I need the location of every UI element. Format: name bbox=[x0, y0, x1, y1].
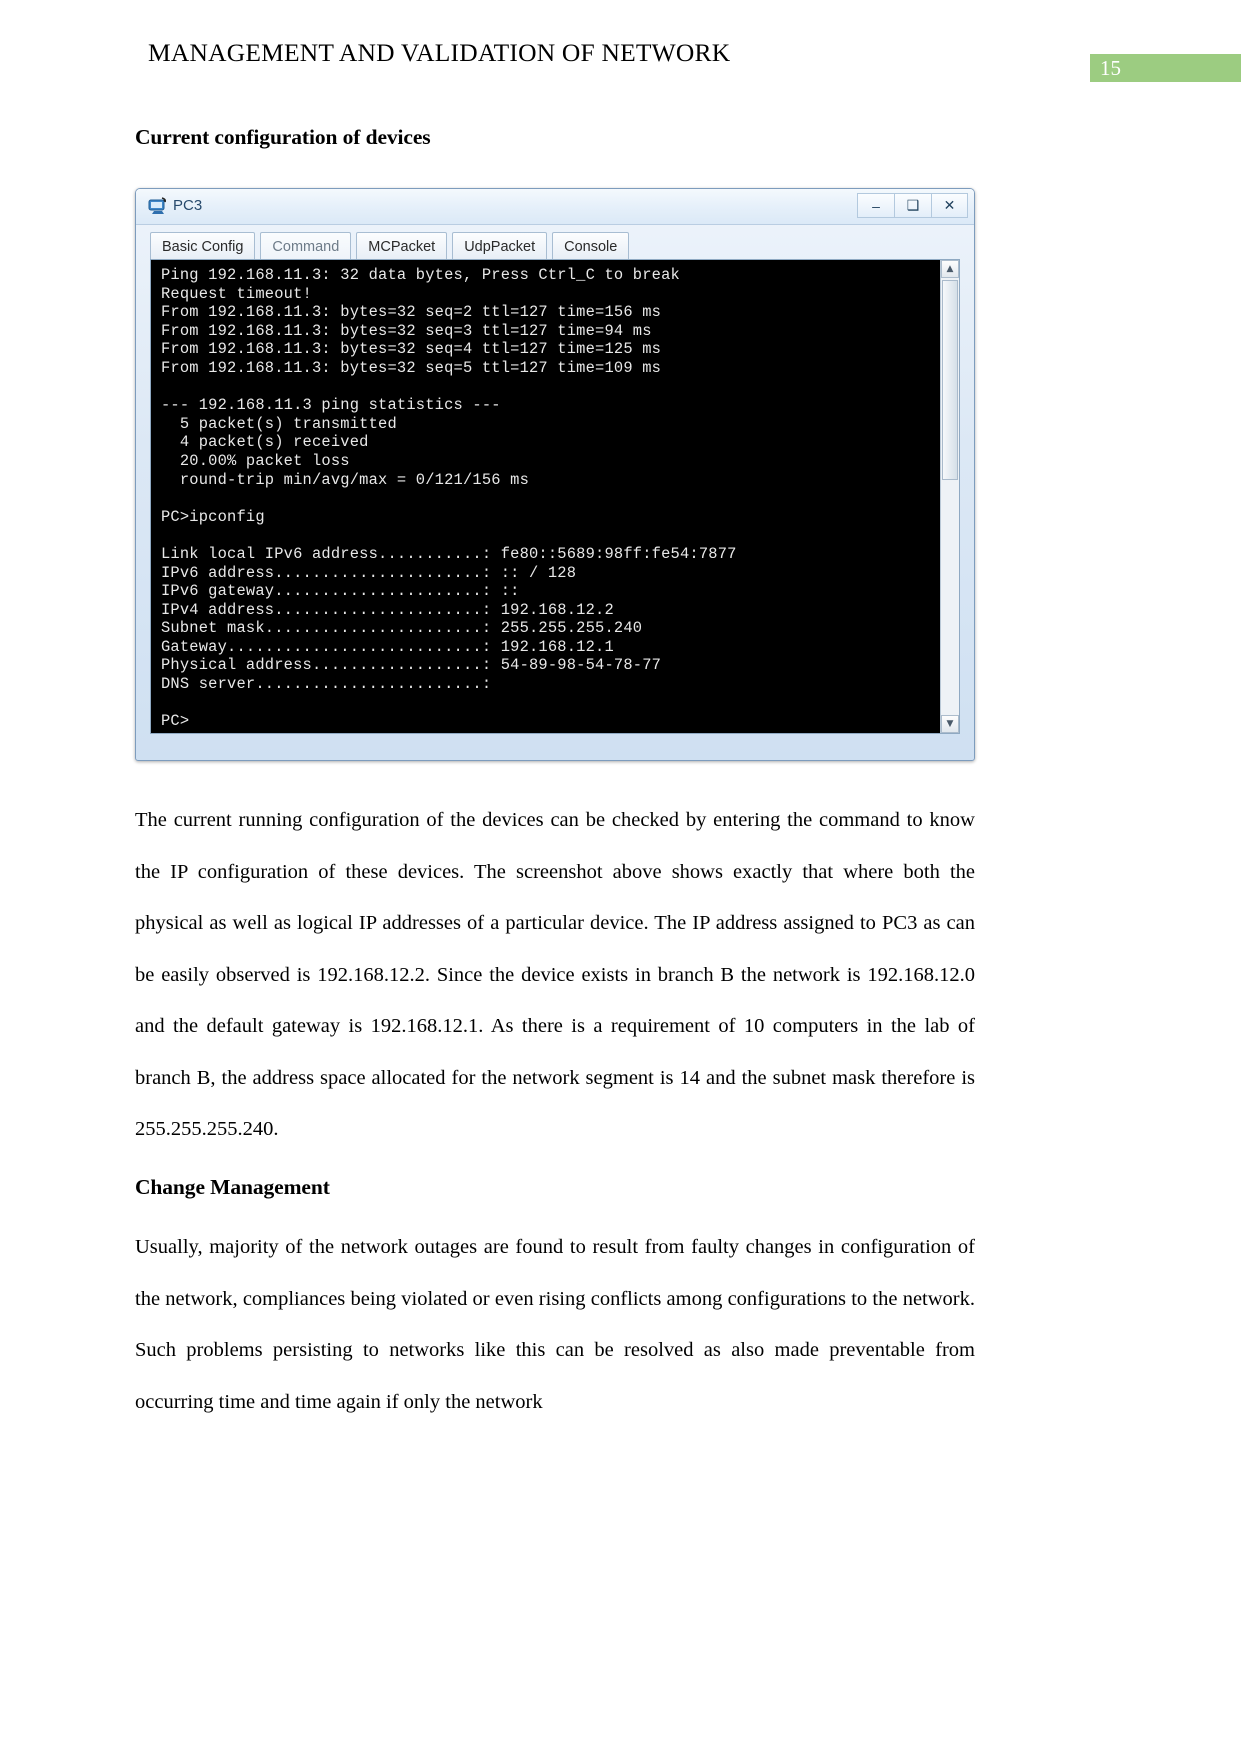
window-controls: – ❑ ✕ bbox=[857, 193, 968, 218]
terminal-line: IPv6 gateway......................: :: bbox=[161, 582, 520, 601]
terminal-line: From 192.168.11.3: bytes=32 seq=2 ttl=12… bbox=[161, 303, 662, 322]
terminal-scrollbar[interactable]: ▲ ▼ bbox=[940, 260, 959, 733]
document-body: Current configuration of devices bbox=[135, 125, 975, 150]
terminal-line: Ping 192.168.11.3: 32 data bytes, Press … bbox=[161, 266, 680, 284]
tab-console[interactable]: Console bbox=[552, 232, 630, 261]
scroll-up-icon[interactable]: ▲ bbox=[941, 260, 959, 278]
terminal-line: 20.00% packet loss bbox=[161, 451, 350, 470]
pc3-window: PC3 – ❑ ✕ Basic Config Command MCPacket … bbox=[135, 188, 975, 761]
tab-basic-config[interactable]: Basic Config bbox=[150, 232, 256, 261]
terminal-line: Link local IPv6 address...........: fe80… bbox=[161, 544, 737, 563]
terminal-line: PC>ipconfig bbox=[161, 507, 265, 526]
minimize-button[interactable]: – bbox=[857, 193, 894, 218]
terminal-line: IPv6 address......................: :: /… bbox=[161, 563, 577, 582]
maximize-button[interactable]: ❑ bbox=[894, 193, 931, 218]
page-title: MANAGEMENT AND VALIDATION OF NETWORK bbox=[148, 38, 731, 67]
terminal-line: 4 packet(s) received bbox=[161, 433, 369, 452]
paragraph-current-configuration: The current running configuration of the… bbox=[135, 809, 975, 1140]
body-section-1: The current running configuration of the… bbox=[135, 795, 975, 1156]
scrollbar-thumb[interactable] bbox=[942, 280, 958, 480]
tab-mcpacket[interactable]: MCPacket bbox=[356, 232, 448, 261]
terminal-line: round-trip min/avg/max = 0/121/156 ms bbox=[161, 470, 529, 489]
heading-current-configuration: Current configuration of devices bbox=[135, 125, 431, 149]
page-number-text: 15 bbox=[1100, 56, 1121, 80]
terminal-line: IPv4 address......................: 192.… bbox=[161, 600, 614, 619]
close-button[interactable]: ✕ bbox=[931, 193, 968, 218]
terminal-line: From 192.168.11.3: bytes=32 seq=5 ttl=12… bbox=[161, 358, 662, 377]
terminal-line: PC> bbox=[161, 712, 190, 729]
terminal-line: DNS server........................: bbox=[161, 675, 492, 694]
pc-terminal-icon bbox=[148, 196, 168, 216]
screenshot-figure: PC3 – ❑ ✕ Basic Config Command MCPacket … bbox=[135, 188, 975, 761]
page-number-badge: 15 bbox=[1090, 54, 1241, 82]
scroll-down-icon[interactable]: ▼ bbox=[941, 715, 959, 733]
terminal-line: Request timeout! bbox=[161, 284, 312, 303]
tab-bar: Basic Config Command MCPacket UdpPacket … bbox=[150, 231, 630, 261]
tab-udppacket[interactable]: UdpPacket bbox=[452, 232, 548, 261]
paragraph-change-management: Usually, majority of the network outages… bbox=[135, 1236, 975, 1413]
terminal-line: --- 192.168.11.3 ping statistics --- bbox=[161, 396, 501, 415]
terminal-line: From 192.168.11.3: bytes=32 seq=4 ttl=12… bbox=[161, 340, 662, 359]
terminal-panel[interactable]: Ping 192.168.11.3: 32 data bytes, Press … bbox=[150, 259, 960, 734]
document-header: MANAGEMENT AND VALIDATION OF NETWORK 15 bbox=[0, 38, 1241, 82]
terminal-line: Gateway...........................: 192.… bbox=[161, 637, 614, 656]
body-section-2: Change Management Usually, majority of t… bbox=[135, 1175, 975, 1428]
terminal-line: From 192.168.11.3: bytes=32 seq=3 ttl=12… bbox=[161, 321, 652, 340]
window-title-text: PC3 bbox=[173, 197, 203, 214]
terminal-output: Ping 192.168.11.3: 32 data bytes, Press … bbox=[161, 266, 937, 729]
window-titlebar[interactable]: PC3 – ❑ ✕ bbox=[136, 189, 974, 225]
terminal-line: 5 packet(s) transmitted bbox=[161, 414, 397, 433]
terminal-line: Subnet mask.......................: 255.… bbox=[161, 619, 643, 638]
tab-command[interactable]: Command bbox=[260, 232, 352, 261]
heading-change-management: Change Management bbox=[135, 1175, 330, 1199]
terminal-line: Physical address..................: 54-8… bbox=[161, 656, 662, 675]
